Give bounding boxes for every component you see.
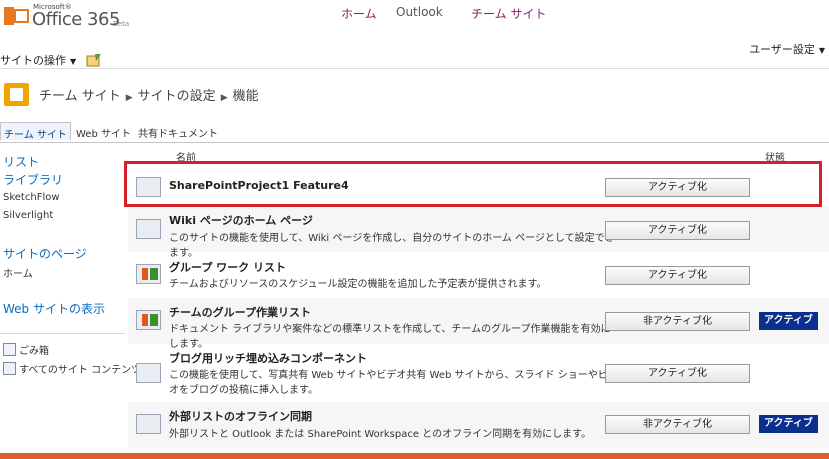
header-divider bbox=[0, 68, 829, 69]
quicklaunch-libraries[interactable]: ライブラリ bbox=[3, 171, 63, 188]
footer-accent-bar bbox=[0, 453, 829, 459]
chevron-down-icon: ▼ bbox=[818, 46, 825, 55]
office365-logo[interactable]: Microsoft® Office 365 Beta bbox=[3, 2, 133, 30]
quicklaunch-recycle-bin[interactable]: ごみ箱 bbox=[3, 342, 49, 357]
feature-description: 外部リストと Outlook または SharePoint Workspace … bbox=[169, 429, 592, 440]
activate-button[interactable]: アクティブ化 bbox=[605, 266, 750, 285]
feature-icon bbox=[136, 219, 161, 239]
feature-name: グループ ワーク リスト bbox=[169, 261, 286, 274]
quicklaunch-lists[interactable]: リスト bbox=[3, 153, 39, 170]
breadcrumb: チーム サイト ▶ サイトの設定 ▶ 機能 bbox=[39, 85, 259, 104]
nav-home[interactable]: ホーム bbox=[341, 5, 377, 22]
logo-product-name: Office 365 bbox=[32, 9, 120, 30]
nav-team-site[interactable]: チーム サイト bbox=[471, 5, 546, 22]
feature-row: グループ ワーク リスト チームおよびリソースのスケジュール設定の機能を追加した… bbox=[128, 252, 829, 298]
feature-icon bbox=[136, 363, 161, 383]
deactivate-button[interactable]: 非アクティブ化 bbox=[605, 312, 750, 331]
tab-web-site[interactable]: Web サイト bbox=[76, 125, 131, 140]
site-actions-label: サイトの操作 bbox=[0, 54, 66, 67]
deactivate-button[interactable]: 非アクティブ化 bbox=[605, 415, 750, 434]
feature-name: チームのグループ作業リスト bbox=[169, 306, 312, 319]
status-badge: アクティブ bbox=[759, 415, 818, 433]
feature-row: 外部リストのオフライン同期 外部リストと Outlook または SharePo… bbox=[128, 402, 829, 448]
user-settings-label: ユーザー設定 bbox=[749, 43, 815, 56]
breadcrumb-arrow-icon: ▶ bbox=[125, 93, 133, 103]
quicklaunch-item-silverlight[interactable]: Silverlight bbox=[3, 210, 53, 221]
recycle-bin-icon bbox=[3, 343, 16, 356]
feature-row: チームのグループ作業リスト ドキュメント ライブラリや案件などの標準リストを作成… bbox=[128, 298, 829, 350]
breadcrumb-arrow-icon: ▶ bbox=[220, 93, 228, 103]
status-badge: アクティブ bbox=[759, 312, 818, 330]
feature-description: この機能を使用して、写真共有 Web サイトやビデオ共有 Web サイトから、ス… bbox=[169, 370, 618, 396]
all-content-icon bbox=[3, 362, 16, 375]
quicklaunch-divider bbox=[0, 333, 125, 334]
quicklaunch-item-sketchflow[interactable]: SketchFlow bbox=[3, 192, 60, 203]
team-collaboration-icon bbox=[136, 310, 161, 330]
feature-row: ブログ用リッチ埋め込みコンポーネント この機能を使用して、写真共有 Web サイ… bbox=[128, 344, 829, 402]
quicklaunch-web-sites[interactable]: Web サイトの表示 bbox=[3, 300, 105, 317]
feature-description: チームおよびリソースのスケジュール設定の機能を追加した予定表が提供されます。 bbox=[169, 279, 547, 290]
user-settings-menu[interactable]: ユーザー設定 ▼ bbox=[749, 41, 825, 57]
feature-row: Wiki ページのホーム ページ このサイトの機能を使用して、Wiki ページを… bbox=[128, 207, 829, 259]
site-icon bbox=[4, 83, 29, 106]
group-work-list-icon bbox=[136, 264, 161, 284]
site-actions-menu[interactable]: サイトの操作 ▼ bbox=[0, 52, 102, 68]
quicklaunch-item-home[interactable]: ホーム bbox=[3, 265, 33, 280]
activate-button[interactable]: アクティブ化 bbox=[605, 364, 750, 383]
recycle-bin-label: ごみ箱 bbox=[19, 346, 49, 357]
highlight-box bbox=[124, 161, 822, 207]
activate-button[interactable]: アクティブ化 bbox=[605, 221, 750, 240]
chevron-down-icon: ▼ bbox=[70, 57, 77, 66]
edit-page-icon[interactable] bbox=[86, 53, 102, 67]
top-link-bar: チーム サイト Web サイト 共有ドキュメント bbox=[0, 122, 829, 143]
breadcrumb-team-site[interactable]: チーム サイト bbox=[39, 89, 121, 104]
tab-shared-documents[interactable]: 共有ドキュメント bbox=[138, 125, 218, 140]
feature-name: ブログ用リッチ埋め込みコンポーネント bbox=[169, 352, 367, 365]
nav-outlook[interactable]: Outlook bbox=[396, 5, 443, 19]
office-logo-icon bbox=[4, 7, 29, 25]
breadcrumb-features: 機能 bbox=[232, 89, 259, 104]
breadcrumb-site-settings[interactable]: サイトの設定 bbox=[138, 89, 216, 104]
quicklaunch-site-pages[interactable]: サイトのページ bbox=[3, 245, 87, 262]
feature-name: 外部リストのオフライン同期 bbox=[169, 410, 312, 423]
logo-beta-label: Beta bbox=[113, 20, 130, 28]
feature-icon bbox=[136, 414, 161, 434]
all-content-label: すべてのサイト コンテンツ bbox=[19, 365, 142, 376]
quicklaunch-all-content[interactable]: すべてのサイト コンテンツ bbox=[3, 361, 141, 376]
tab-team-site[interactable]: チーム サイト bbox=[0, 122, 71, 141]
feature-name: Wiki ページのホーム ページ bbox=[169, 214, 313, 227]
